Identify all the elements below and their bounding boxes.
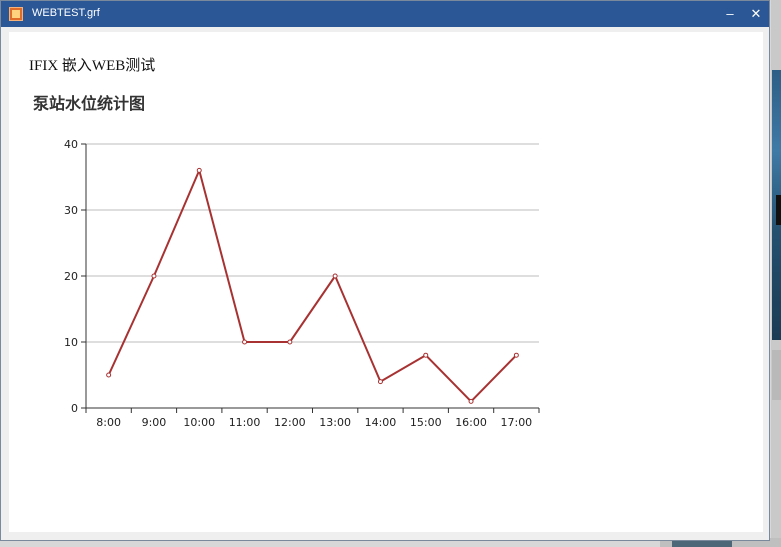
data-point (377, 379, 383, 385)
y-tick-label: 10 (64, 336, 78, 349)
page-heading: IFIX 嵌入WEB测试 (29, 58, 156, 74)
data-point (513, 352, 519, 358)
title-bar[interactable]: WEBTEST.grf – ✕ (1, 1, 769, 27)
background-mark (776, 195, 781, 225)
minimize-button[interactable]: – (717, 1, 743, 27)
data-point (106, 372, 112, 378)
y-tick-label: 0 (71, 402, 78, 415)
app-icon (9, 7, 23, 21)
data-point (151, 273, 157, 279)
background-thumbnail (672, 540, 732, 547)
data-point (423, 352, 429, 358)
x-tick-label: 13:00 (319, 416, 351, 429)
x-tick-label: 16:00 (455, 416, 487, 429)
x-tick-label: 12:00 (274, 416, 306, 429)
x-tick-label: 15:00 (410, 416, 442, 429)
y-tick-label: 40 (64, 138, 78, 151)
x-tick-label: 9:00 (142, 416, 167, 429)
data-point (196, 167, 202, 173)
line-chart: 0 10 20 30 40 8:00 9:00 10:00 11:00 12:00 13:00 14:… (64, 138, 540, 429)
data-point (287, 339, 293, 345)
x-tick-label: 11:00 (229, 416, 261, 429)
x-tick-label: 17:00 (500, 416, 532, 429)
background-panel (772, 350, 781, 400)
y-tick-label: 30 (64, 204, 78, 217)
series-line (107, 169, 518, 403)
chart-title: 泵站水位统计图 (33, 94, 146, 113)
background-window-strip (771, 0, 781, 547)
data-point (332, 273, 338, 279)
window-title: WEBTEST.grf (32, 7, 100, 19)
close-button[interactable]: ✕ (743, 1, 769, 27)
x-tick-label: 14:00 (365, 416, 397, 429)
x-tick-label: 10:00 (183, 416, 215, 429)
web-content: IFIX 嵌入WEB测试 泵站水位统计图 0 10 20 30 40 8:00 9:00 10… (9, 32, 763, 532)
data-point (242, 339, 248, 345)
data-point (468, 398, 474, 404)
x-tick-label: 8:00 (96, 416, 121, 429)
app-window: WEBTEST.grf – ✕ IFIX 嵌入WEB测试 泵站水位统计图 0 10… (0, 0, 770, 541)
y-tick-label: 20 (64, 270, 78, 283)
